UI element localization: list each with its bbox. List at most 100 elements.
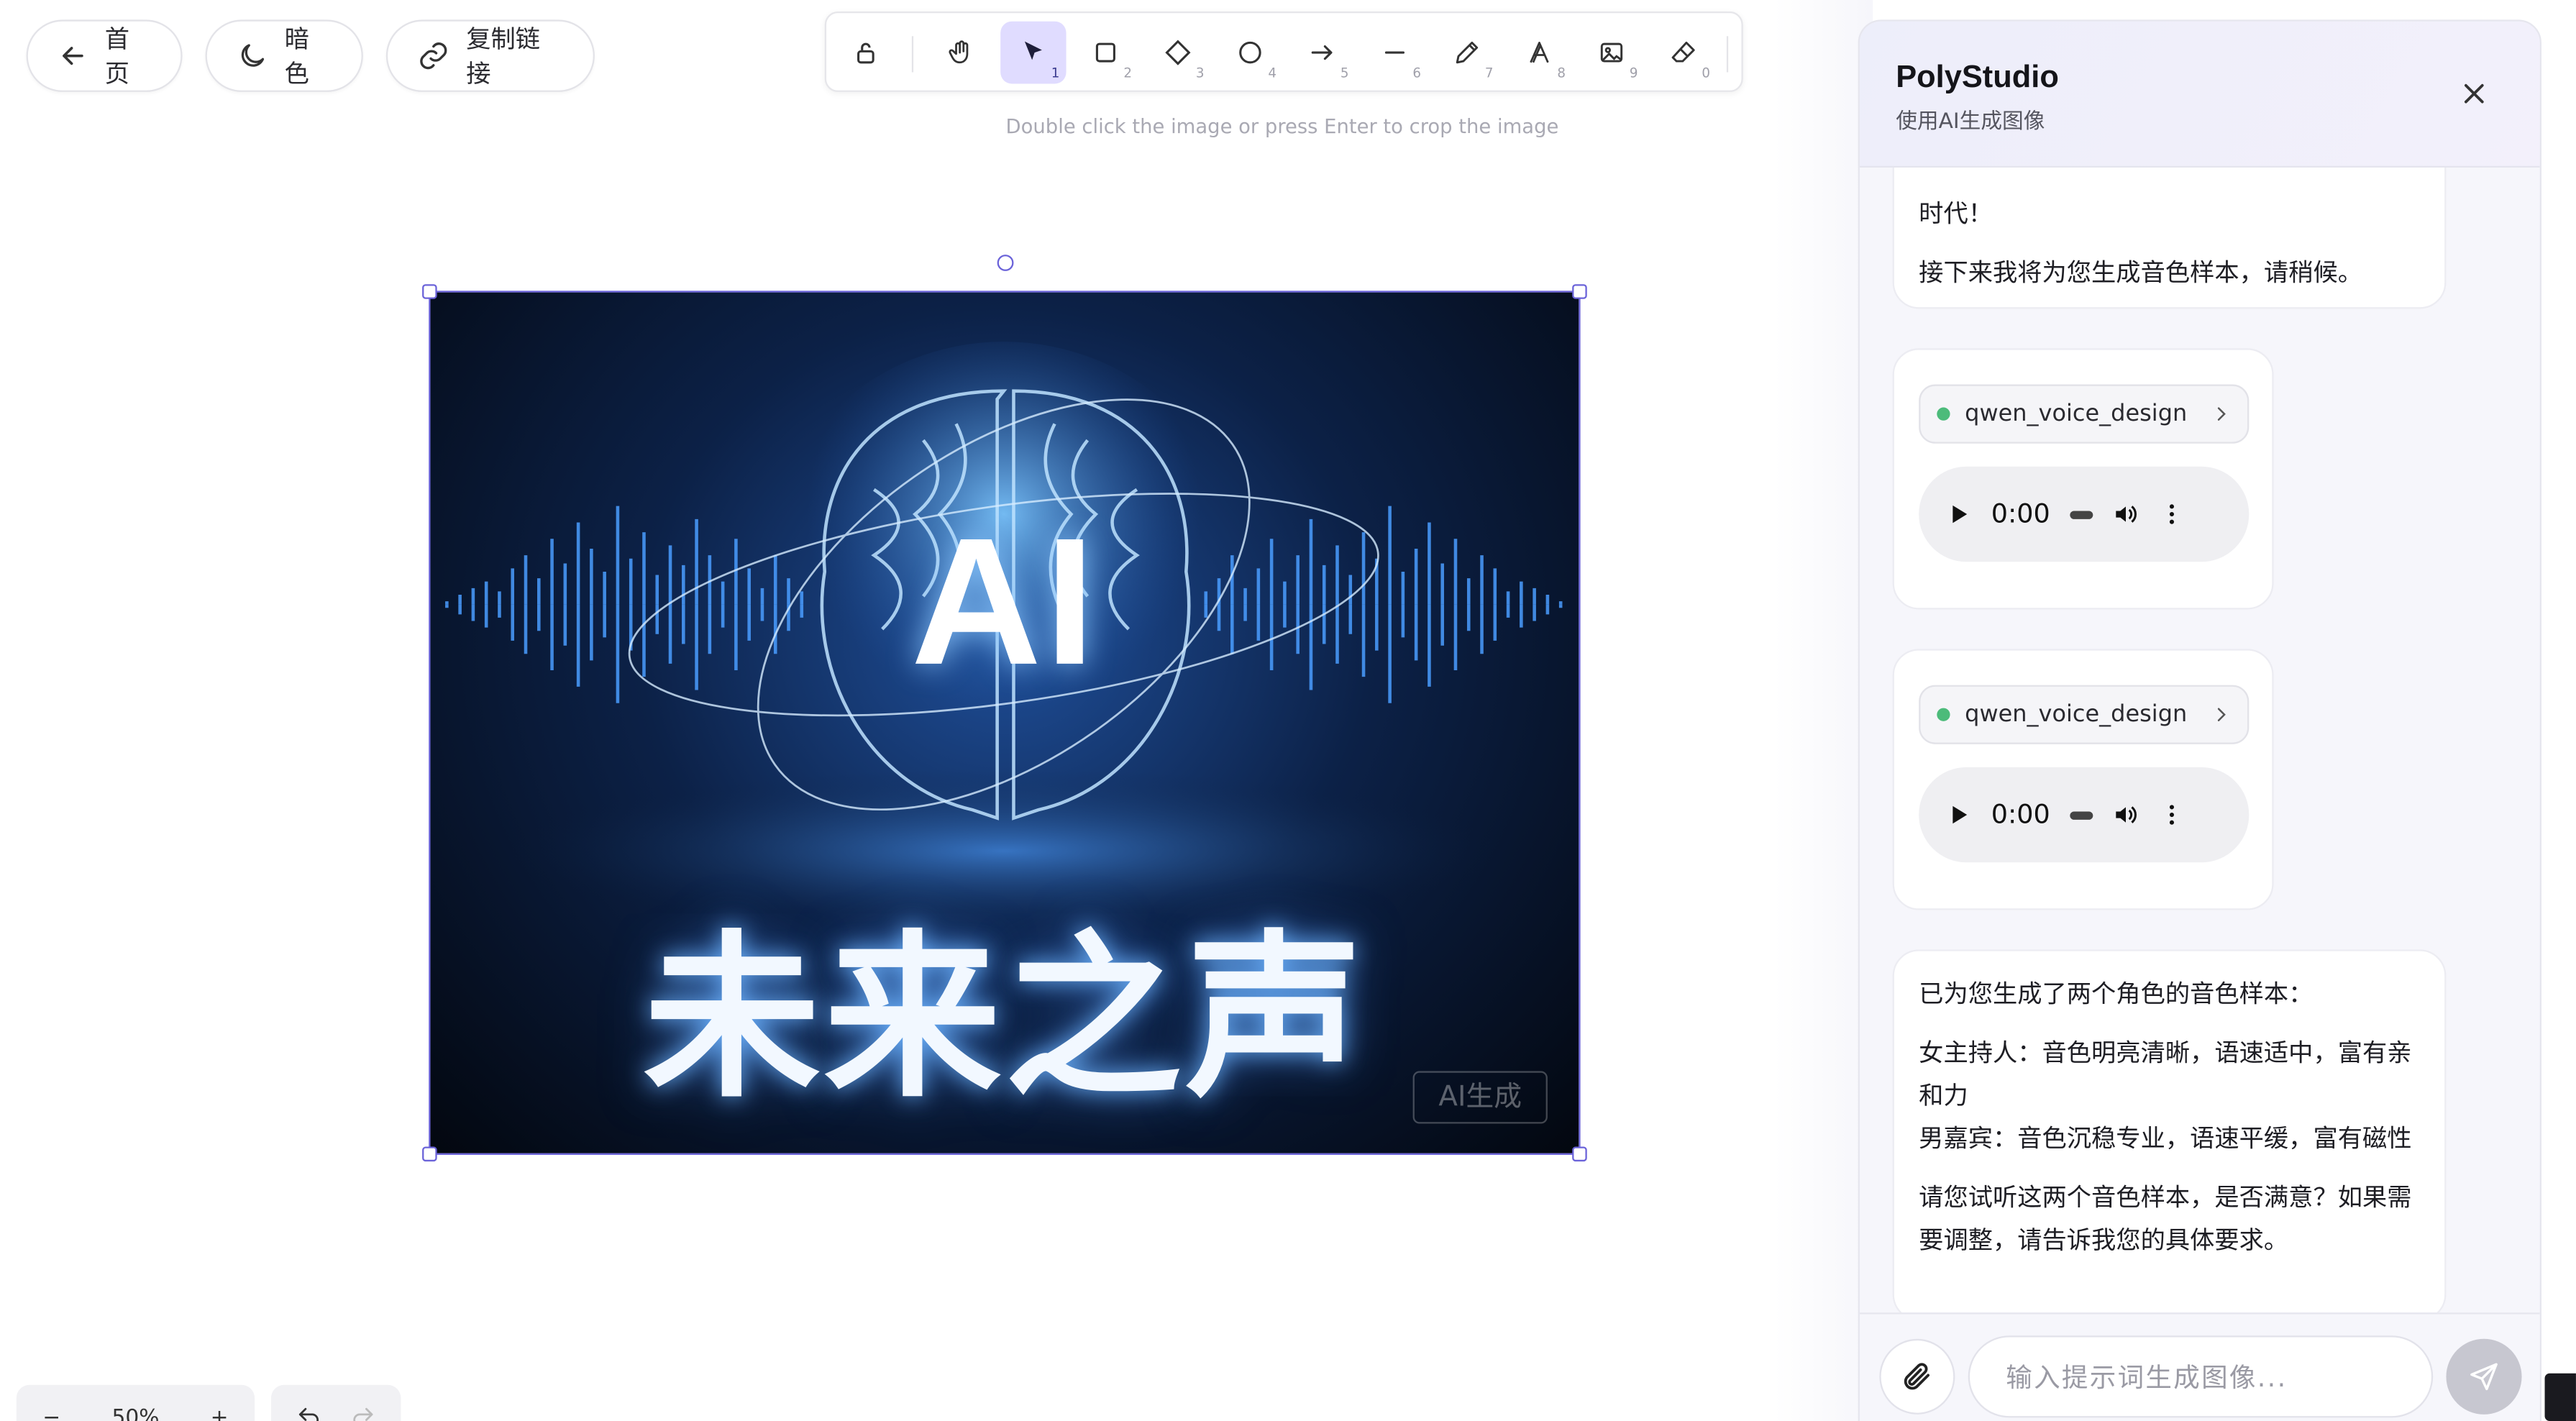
arrow-right-icon <box>1311 45 1333 60</box>
eraser-icon <box>1671 41 1695 63</box>
tool-lock[interactable] <box>833 22 898 84</box>
close-icon[interactable] <box>2457 77 2490 110</box>
undo-icon[interactable] <box>296 1404 322 1421</box>
send-icon <box>2470 1363 2498 1391</box>
message-line: 男嘉宾：音色沉稳专业，语速平缓，富有磁性 <box>1919 1123 2412 1153</box>
copy-link-button[interactable]: 复制链接 <box>385 19 595 92</box>
tool-shortcut: 7 <box>1484 65 1494 81</box>
chevron-right-icon <box>2217 708 2226 721</box>
toolbar-divider <box>1726 36 1729 73</box>
tool-image[interactable]: 9 <box>1579 22 1644 84</box>
send-button[interactable] <box>2446 1338 2522 1415</box>
paperclip-icon <box>1904 1363 1930 1390</box>
link-icon <box>420 42 447 70</box>
toolbar-divider <box>911 36 914 73</box>
ellipse-icon <box>1239 41 1261 64</box>
diamond-icon <box>1165 40 1191 65</box>
audio-time: 0:00 <box>1991 498 2050 529</box>
resize-handle-ne[interactable] <box>1572 284 1587 299</box>
moon-icon <box>241 44 265 67</box>
select-arrow-icon <box>1024 41 1042 60</box>
home-button[interactable]: 首页 <box>26 19 183 92</box>
tool-diamond[interactable]: 3 <box>1145 22 1210 84</box>
image-title: 未来之声 <box>643 916 1366 1123</box>
tool-select[interactable]: 1 <box>1000 21 1067 84</box>
tool-call-card: qwen_voice_design 0:00 <box>1892 348 2274 610</box>
copy-link-label: 复制链接 <box>466 24 541 89</box>
assistant-message: 时代！ 接下来我将为您生成音色样本，请稍候。 <box>1892 168 2447 309</box>
audio-progress[interactable] <box>2070 510 2093 518</box>
app-root: 首页 暗色 复制链接 1 2 3 4 5 6 7 8 9 0 Double cl… <box>0 0 2576 1421</box>
assistant-panel: PolyStudio 使用AI生成图像 时代！ 接下来我将为您生成音色样本，请稍… <box>1858 19 2541 1421</box>
audio-progress[interactable] <box>2070 810 2093 819</box>
tool-shortcut: 5 <box>1340 65 1349 81</box>
tool-call-name: qwen_voice_design <box>1965 401 2188 427</box>
chat-messages[interactable]: 时代！ 接下来我将为您生成音色样本，请稍候。 qwen_voice_design… <box>1860 168 2540 1313</box>
chat-input-area <box>1859 1312 2540 1421</box>
tool-call-chip[interactable]: qwen_voice_design <box>1919 685 2250 744</box>
resize-handle-nw[interactable] <box>422 284 437 299</box>
play-icon[interactable] <box>1945 501 1972 528</box>
zoom-control: − 50% + <box>16 1384 255 1421</box>
zoom-out-button[interactable]: − <box>42 1405 60 1421</box>
zoom-in-button[interactable]: + <box>211 1405 229 1421</box>
resize-handle-sw[interactable] <box>422 1146 437 1162</box>
attach-button[interactable] <box>1879 1338 1955 1415</box>
prompt-input[interactable] <box>1968 1335 2434 1418</box>
panel-header: PolyStudio 使用AI生成图像 <box>1859 21 2540 168</box>
message-line: 接下来我将为您生成音色样本，请稍候。 <box>1919 257 2363 288</box>
tool-pencil[interactable]: 7 <box>1434 22 1499 84</box>
lock-icon <box>857 42 874 64</box>
tool-shortcut: 8 <box>1557 65 1566 81</box>
history-control <box>270 1384 401 1421</box>
home-button-label: 首页 <box>104 24 130 89</box>
canvas-image[interactable]: AI 未来之声 AI生成 <box>430 292 1579 1153</box>
zoom-level[interactable]: 50% <box>111 1405 159 1421</box>
dark-mode-button[interactable]: 暗色 <box>205 19 363 92</box>
tool-call-name: qwen_voice_design <box>1965 701 2188 728</box>
resize-handle-se[interactable] <box>1572 1146 1587 1162</box>
tool-shortcut: 9 <box>1629 65 1638 81</box>
panel-title: PolyStudio <box>1896 60 2059 96</box>
message-line: 时代！ <box>1919 198 1993 229</box>
tool-call-chip[interactable]: qwen_voice_design <box>1919 384 2250 444</box>
pencil-icon <box>1456 41 1479 64</box>
message-line: 女主持人：音色明亮清晰，语速适中，富有亲和力 <box>1919 1038 2412 1111</box>
more-vertical-icon[interactable] <box>2159 802 2186 828</box>
dark-mode-label: 暗色 <box>284 24 309 89</box>
tool-shortcut: 4 <box>1268 65 1276 81</box>
tool-hand[interactable] <box>928 22 994 84</box>
tool-call-card: qwen_voice_design 0:00 <box>1892 649 2274 910</box>
rectangle-icon <box>1095 42 1115 63</box>
tool-line[interactable]: 6 <box>1362 22 1428 84</box>
chevron-right-icon <box>2217 407 2226 421</box>
more-vertical-icon[interactable] <box>2159 501 2186 528</box>
status-dot <box>1937 708 1950 721</box>
panel-subtitle: 使用AI生成图像 <box>1896 110 2045 135</box>
hand-icon <box>949 40 969 64</box>
tool-arrow[interactable]: 5 <box>1289 22 1355 84</box>
tool-shortcut: 1 <box>1051 65 1060 81</box>
audio-player: 0:00 <box>1919 466 2250 562</box>
crop-hint-text: Double click the image or press Enter to… <box>1005 114 1559 138</box>
audio-player: 0:00 <box>1919 767 2250 863</box>
volume-icon[interactable] <box>2113 802 2139 828</box>
tool-ellipse[interactable]: 4 <box>1218 22 1283 84</box>
audio-time: 0:00 <box>1991 798 2050 830</box>
tool-eraser[interactable]: 0 <box>1651 22 1717 84</box>
image-icon <box>1600 42 1623 63</box>
tool-shortcut: 6 <box>1412 65 1422 81</box>
redo-icon[interactable] <box>350 1404 377 1421</box>
tool-shortcut: 0 <box>1702 65 1711 81</box>
assistant-message: 已为您生成了两个角色的音色样本： 女主持人：音色明亮清晰，语速适中，富有亲和力 … <box>1892 949 2447 1313</box>
tool-rectangle[interactable]: 2 <box>1073 22 1138 84</box>
rotate-handle[interactable] <box>997 255 1014 271</box>
tool-text[interactable]: 8 <box>1507 22 1572 84</box>
edge-tab[interactable] <box>2544 1373 2576 1421</box>
tool-shortcut: 3 <box>1195 65 1205 81</box>
play-icon[interactable] <box>1945 802 1972 828</box>
volume-icon[interactable] <box>2113 501 2139 528</box>
status-dot <box>1937 407 1950 421</box>
text-icon <box>1530 42 1549 63</box>
ai-watermark: AI生成 <box>1412 1071 1548 1124</box>
